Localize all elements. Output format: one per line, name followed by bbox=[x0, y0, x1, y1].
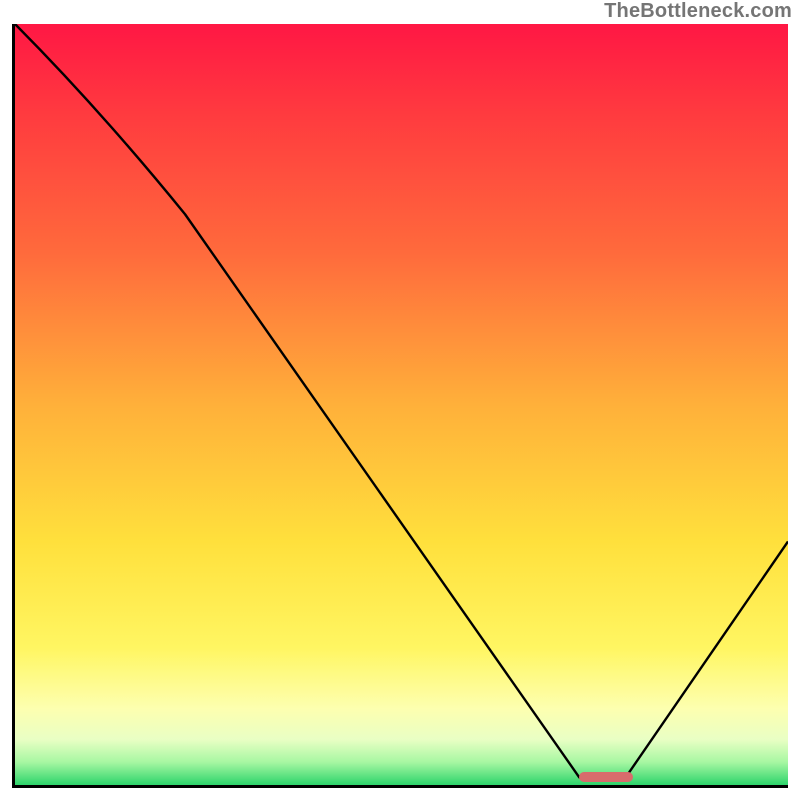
highlight-marker bbox=[579, 772, 633, 782]
watermark-text: TheBottleneck.com bbox=[604, 0, 792, 23]
chart-container: TheBottleneck.com bbox=[0, 0, 800, 800]
plot-area bbox=[12, 24, 788, 788]
line-curve bbox=[15, 24, 788, 785]
